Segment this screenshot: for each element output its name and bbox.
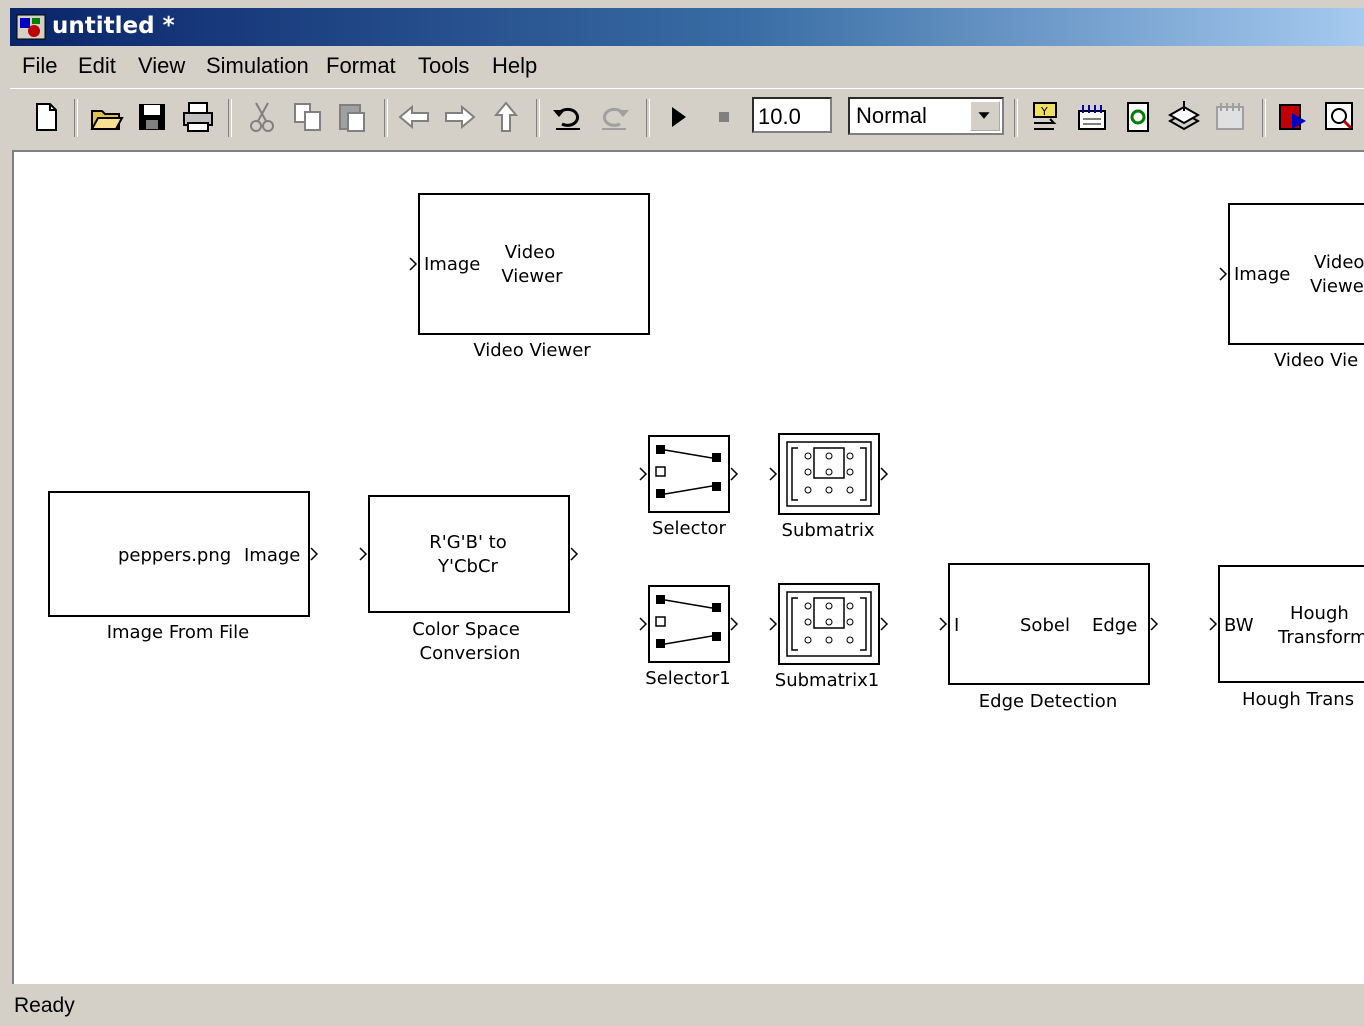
selector1-block[interactable]: Selector1 xyxy=(639,585,739,689)
redo-icon[interactable] xyxy=(596,99,632,135)
simulation-mode-select[interactable]: Normal xyxy=(848,97,1004,135)
block-text: peppers.png xyxy=(118,545,231,566)
toolbar-separator xyxy=(384,99,388,137)
simulation-mode-value: Normal xyxy=(856,103,927,128)
menu-simulation[interactable]: Simulation xyxy=(206,53,309,79)
toolbar-separator xyxy=(74,99,78,137)
color-space-conversion-block[interactable]: R'G'B' to Y'CbCr Color Space Conversion xyxy=(359,495,579,664)
port-label: I xyxy=(954,615,959,636)
window-title: untitled * xyxy=(52,13,175,39)
block-name: Submatrix xyxy=(782,520,875,541)
chevron-down-icon[interactable] xyxy=(970,101,1000,131)
forward-icon[interactable] xyxy=(442,99,478,135)
debug-icon[interactable] xyxy=(1276,99,1312,135)
menu-format[interactable]: Format xyxy=(326,53,396,79)
open-icon[interactable] xyxy=(88,99,124,135)
block-text: Video xyxy=(1314,252,1364,273)
block-name: Selector xyxy=(652,518,727,539)
copy-icon[interactable] xyxy=(290,99,326,135)
port-label: BW xyxy=(1224,615,1254,636)
title-bar: untitled * xyxy=(10,8,1364,46)
toolbar-separator xyxy=(228,99,232,137)
block-text: R'G'B' to xyxy=(429,532,506,553)
model-explorer-icon[interactable] xyxy=(1212,99,1248,135)
menu-bar: File Edit View Simulation Format Tools H… xyxy=(10,48,1364,86)
block-text: Hough xyxy=(1290,603,1349,624)
port-label: Edge xyxy=(1092,615,1137,636)
port-label: Image xyxy=(424,254,480,275)
start-simulation-icon[interactable] xyxy=(660,99,696,135)
video-viewer-block[interactable]: Image Video Viewer Video Viewer xyxy=(409,193,650,361)
block-text: Y'CbCr xyxy=(437,556,499,577)
block-name: Hough Trans xyxy=(1242,689,1354,710)
zoom-icon[interactable] xyxy=(1322,99,1358,135)
block-text: Transform xyxy=(1277,627,1364,648)
svg-text:Y: Y xyxy=(1040,105,1048,118)
block-name: Edge Detection xyxy=(979,691,1117,712)
hough-transform-block[interactable]: BW Hough Transform Hough Trans xyxy=(1209,565,1364,710)
image-from-file-block[interactable]: peppers.png Image Image From File xyxy=(48,491,319,643)
stop-time-input[interactable]: 10.0 xyxy=(752,97,832,133)
block-name: Video Viewer xyxy=(473,340,591,361)
cut-icon[interactable] xyxy=(244,99,280,135)
refresh-icon[interactable] xyxy=(1120,99,1156,135)
block-name: Submatrix1 xyxy=(775,670,879,691)
toolbar-separator xyxy=(1262,99,1266,137)
block-text: Viewer xyxy=(501,266,563,287)
toolbar-separator xyxy=(536,99,540,137)
library-browser-icon[interactable] xyxy=(1166,99,1202,135)
submatrix-block[interactable]: Submatrix xyxy=(769,433,889,541)
block-name: Video Vie xyxy=(1274,350,1358,371)
update-diagram-icon[interactable] xyxy=(1074,99,1110,135)
block-diagram: Image Video Viewer Video Viewer Image Vi… xyxy=(48,193,1364,712)
up-icon[interactable] xyxy=(488,99,524,135)
toolbar: 10.0 Normal Y xyxy=(10,88,1364,147)
port-label: Image xyxy=(1234,264,1290,285)
save-icon[interactable] xyxy=(134,99,170,135)
port-label: Image xyxy=(244,545,300,566)
menu-edit[interactable]: Edit xyxy=(78,53,116,79)
block-name: Image From File xyxy=(107,622,250,643)
selector-block[interactable]: Selector xyxy=(639,435,739,539)
video-viewer-block-2[interactable]: Image Video Viewe Video Vie xyxy=(1219,203,1364,371)
status-text: Ready xyxy=(14,994,75,1017)
block-text: Sobel xyxy=(1020,615,1070,636)
menu-file[interactable]: File xyxy=(22,53,57,79)
model-canvas[interactable]: Image Video Viewer Video Viewer Image Vi… xyxy=(12,150,1364,984)
undo-icon[interactable] xyxy=(550,99,586,135)
block-name: Color Space xyxy=(412,619,520,640)
menu-help[interactable]: Help xyxy=(492,53,537,79)
toolbar-separator xyxy=(1014,99,1018,137)
block-text: Viewe xyxy=(1310,276,1364,297)
block-text: Video xyxy=(505,242,555,263)
menu-view[interactable]: View xyxy=(138,53,185,79)
block-name: Selector1 xyxy=(645,668,730,689)
edge-detection-block[interactable]: I Sobel Edge Edge Detection xyxy=(939,563,1159,712)
stop-simulation-icon[interactable] xyxy=(706,99,742,135)
print-icon[interactable] xyxy=(180,99,216,135)
menu-tools[interactable]: Tools xyxy=(418,53,469,79)
block-name: Conversion xyxy=(420,643,521,664)
simulink-app-icon[interactable] xyxy=(16,14,46,40)
paste-icon[interactable] xyxy=(334,99,370,135)
build-icon[interactable]: Y xyxy=(1028,99,1064,135)
status-bar: Ready xyxy=(10,986,1364,1026)
toolbar-separator xyxy=(646,99,650,137)
new-model-icon[interactable] xyxy=(28,99,64,135)
submatrix1-block[interactable]: Submatrix1 xyxy=(769,583,889,691)
back-icon[interactable] xyxy=(396,99,432,135)
